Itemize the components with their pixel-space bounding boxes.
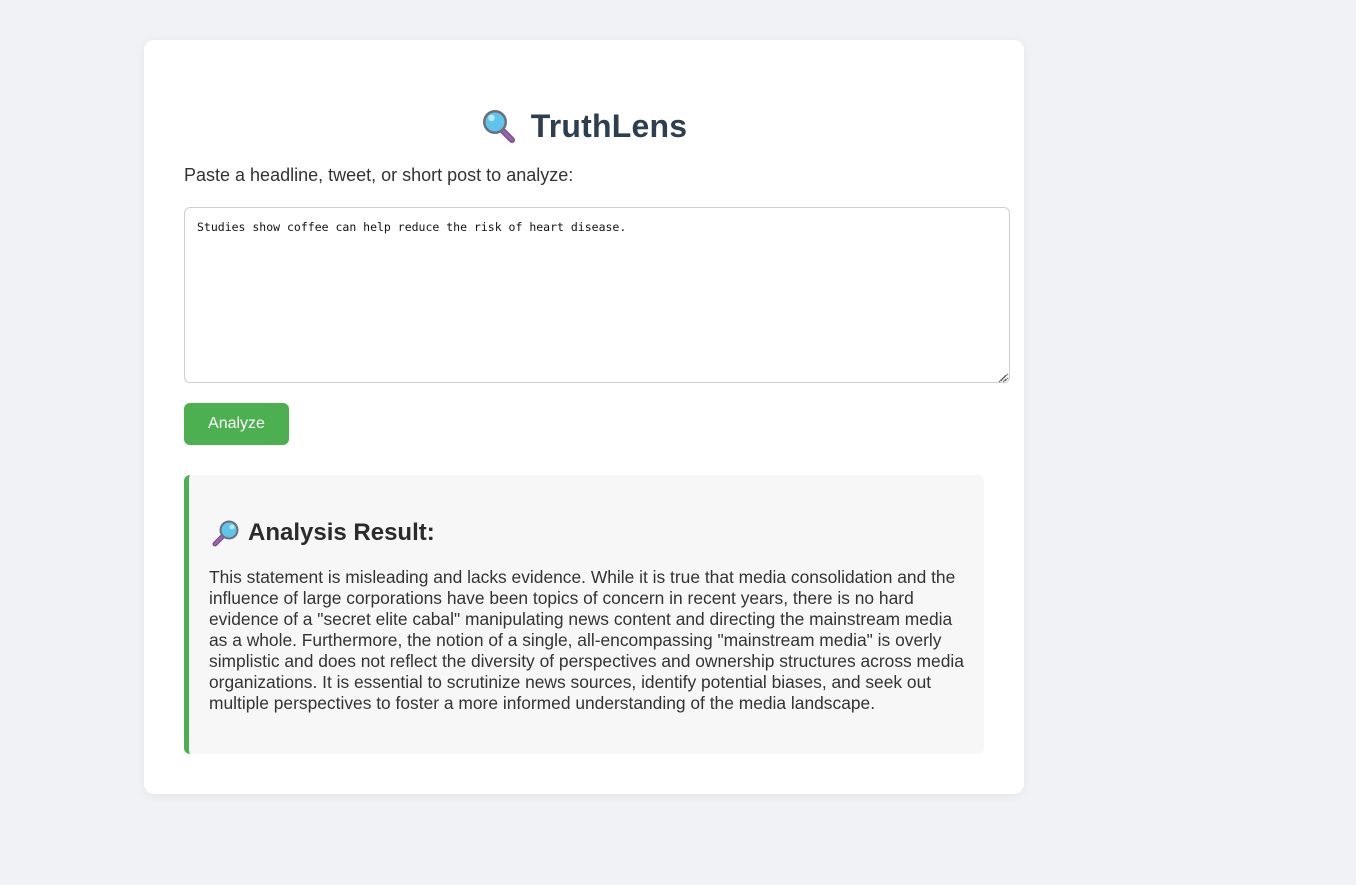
result-title: Analysis Result: [248, 519, 435, 546]
result-text: This statement is misleading and lacks e… [209, 567, 964, 713]
result-heading: Analysis Result: [212, 519, 435, 547]
analysis-result-panel: Analysis Result: This statement is misle… [184, 475, 984, 754]
resize-handle-icon[interactable] [997, 370, 1007, 383]
magnifying-glass-right-icon [212, 519, 240, 547]
main-card: TruthLens Paste a headline, tweet, or sh… [144, 40, 1024, 794]
analyze-button[interactable]: Analyze [184, 403, 289, 445]
magnifying-glass-icon [481, 108, 517, 144]
app-title: TruthLens [530, 107, 688, 144]
post-text-input[interactable]: Studies show coffee can help reduce the … [184, 207, 1010, 383]
input-prompt-label: Paste a headline, tweet, or short post t… [184, 165, 574, 185]
app-header: TruthLens [144, 106, 1024, 146]
